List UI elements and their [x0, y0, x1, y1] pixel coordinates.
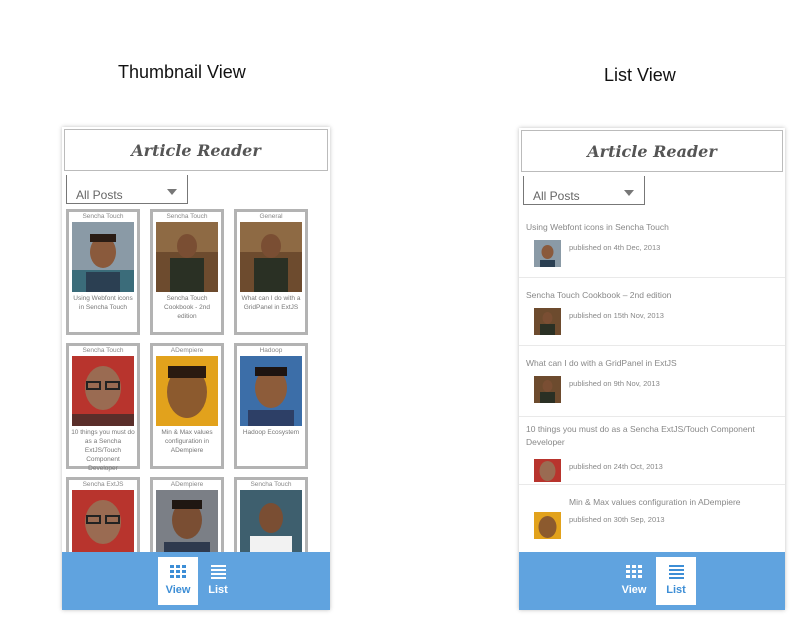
list-view-caption: List View: [604, 65, 676, 85]
list-item-title: Min & Max values configuration in ADempi…: [569, 497, 741, 507]
list-item-published: published on 24th Oct, 2013: [569, 462, 663, 471]
article-thumbnail: [534, 376, 561, 403]
tile-category: Sencha Touch: [250, 481, 292, 488]
list-icon: [210, 565, 226, 579]
grid-icon: [626, 565, 642, 579]
tab-view[interactable]: View: [158, 557, 198, 605]
list-item-title: Sencha Touch Cookbook – 2nd edition: [526, 290, 672, 300]
article-photo: [240, 222, 302, 292]
list-item-title: What can I do with a GridPanel in ExtJS: [526, 358, 677, 368]
posts-filter-select[interactable]: All Posts: [523, 176, 645, 205]
tab-view-label: View: [165, 584, 191, 596]
tile-title: Sencha Touch Cookbook - 2nd edition: [164, 295, 210, 320]
tile-title: What can I do with a GridPanel in ExtJS: [241, 295, 301, 311]
tab-list-label: List: [666, 584, 686, 596]
app-header: Article Reader: [64, 129, 328, 171]
list-item[interactable]: 10 things you must do as a Sencha ExtJS/…: [519, 417, 785, 485]
article-thumbnail: [534, 459, 561, 482]
tile-category: Sencha ExtJS: [82, 481, 124, 488]
bottom-tabbar: View List: [519, 552, 785, 610]
tile-title: Hadoop Ecosystem: [242, 429, 300, 436]
article-photo: [240, 356, 302, 426]
tile-category: Sencha Touch: [82, 213, 124, 220]
article-tile[interactable]: Sencha Touch Using Webfont icons in Senc…: [66, 209, 140, 335]
posts-filter-select[interactable]: All Posts: [66, 175, 188, 204]
grid-icon: [170, 565, 186, 579]
tile-title: Using Webfont icons in Sencha Touch: [73, 295, 133, 311]
article-tile[interactable]: ADempiere Min & Max values configuration…: [150, 343, 224, 469]
tile-category: General: [259, 213, 283, 220]
tile-category: Hadoop: [259, 347, 283, 354]
list-item-title: Using Webfont icons in Sencha Touch: [526, 222, 669, 232]
list-item-title: 10 things you must do as a Sencha ExtJS/…: [526, 424, 755, 447]
thumbnail-view-caption: Thumbnail View: [118, 62, 246, 82]
article-tile[interactable]: Sencha Touch 10 things you must do as a …: [66, 343, 140, 472]
article-thumbnail: [534, 512, 561, 539]
list-item-published: published on 9th Nov, 2013: [569, 379, 660, 388]
tile-category: Sencha Touch: [166, 213, 208, 220]
tab-list-label: List: [208, 584, 228, 596]
article-tile[interactable]: Hadoop Hadoop Ecosystem: [234, 343, 308, 469]
chevron-down-icon: [167, 189, 177, 195]
filter-value: All Posts: [533, 189, 580, 203]
thumbnail-view-screen: Article Reader All Posts Sencha Touch Us…: [62, 127, 330, 610]
list-item[interactable]: Using Webfont icons in Sencha Touch publ…: [519, 210, 785, 278]
tab-view[interactable]: View: [614, 557, 654, 605]
article-photo: [156, 490, 218, 560]
list-item[interactable]: What can I do with a GridPanel in ExtJS …: [519, 346, 785, 417]
list-icon: [668, 565, 684, 579]
tile-title: 10 things you must do as a Sencha ExtJS/…: [71, 429, 135, 472]
article-photo: [240, 490, 302, 560]
article-photo: [72, 222, 134, 292]
list-item-published: published on 4th Dec, 2013: [569, 243, 661, 252]
app-header: Article Reader: [521, 130, 783, 172]
list-item-published: published on 30th Sep, 2013: [569, 515, 665, 524]
tab-list[interactable]: List: [656, 557, 696, 605]
list-view-screen: Article Reader All Posts Using Webfont i…: [519, 128, 785, 610]
article-photo: [72, 356, 134, 426]
article-photo: [156, 222, 218, 292]
tab-list[interactable]: List: [198, 557, 238, 605]
tile-category: ADempiere: [170, 347, 204, 354]
tile-category: Sencha Touch: [82, 347, 124, 354]
article-photo: [156, 356, 218, 426]
bottom-tabbar: View List: [62, 552, 330, 610]
article-tile[interactable]: General What can I do with a GridPanel i…: [234, 209, 308, 335]
article-thumbnail: [534, 240, 561, 267]
tile-category: ADempiere: [170, 481, 204, 488]
article-thumbnail: [534, 308, 561, 335]
filter-value: All Posts: [76, 188, 123, 202]
tile-title: Min & Max values configuration in ADempi…: [161, 429, 213, 454]
chevron-down-icon: [624, 190, 634, 196]
list-item[interactable]: Sencha Touch Cookbook – 2nd edition publ…: [519, 278, 785, 346]
article-photo: [72, 490, 134, 560]
list-item-published: published on 15th Nov, 2013: [569, 311, 664, 320]
list-item[interactable]: Min & Max values configuration in ADempi…: [519, 485, 785, 550]
article-tile[interactable]: Sencha Touch Sencha Touch Cookbook - 2nd…: [150, 209, 224, 335]
tab-view-label: View: [621, 584, 647, 596]
